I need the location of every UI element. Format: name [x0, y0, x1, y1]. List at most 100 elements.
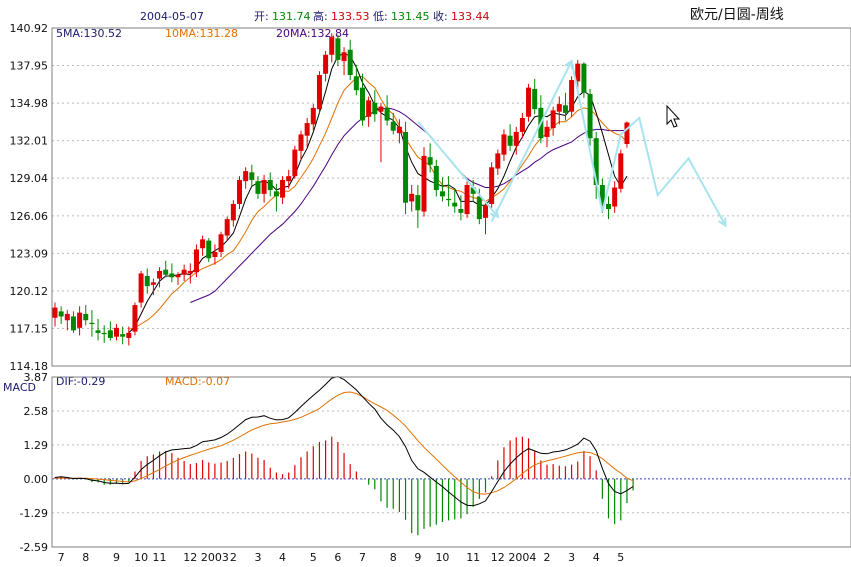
candle-up	[421, 147, 427, 217]
x-tick-label: 2	[230, 551, 237, 564]
candle-up	[569, 76, 575, 117]
candle-body	[372, 102, 378, 115]
close-label: 收:	[433, 9, 448, 23]
candle-body	[175, 274, 181, 278]
price-tick-label: 123.09	[10, 247, 49, 260]
candle-body	[513, 131, 519, 146]
candle-body	[439, 191, 445, 197]
close-value: 133.44	[451, 10, 490, 23]
candle-body	[273, 191, 279, 197]
candle-body	[126, 332, 132, 338]
candle-body	[519, 117, 525, 132]
x-tick-label: 9	[414, 551, 421, 564]
candle-body	[169, 273, 175, 278]
candle-body	[606, 203, 611, 210]
candle-body	[310, 107, 316, 125]
x-tick-label: 7	[359, 551, 366, 564]
candle-body	[77, 312, 83, 328]
candle-body	[427, 157, 433, 165]
candle-body	[267, 179, 273, 191]
candle-body	[544, 126, 550, 137]
candle-body	[316, 75, 322, 110]
candle-body	[335, 38, 341, 60]
price-tick-label: 120.12	[10, 285, 49, 298]
candle-up	[132, 302, 138, 336]
candle-up	[618, 149, 624, 193]
candle-body	[237, 179, 242, 204]
candle-body	[224, 219, 230, 236]
candle-body	[144, 276, 150, 287]
candle-body	[390, 121, 396, 131]
price-tick-label: 137.95	[10, 60, 49, 73]
macd-tick-label: 0.00	[24, 473, 49, 486]
candle-down	[581, 62, 587, 98]
open-value: 131.74	[272, 10, 311, 23]
candle-body	[550, 110, 556, 129]
candle-body	[64, 313, 70, 321]
candle-body	[556, 104, 562, 112]
legend-ma10: 10MA:131.28	[165, 27, 238, 40]
macd-tick-label: 1.29	[24, 439, 49, 452]
x-tick-label: 5	[310, 551, 317, 564]
candle-body	[489, 167, 495, 204]
candle-body	[58, 311, 64, 317]
candle-body	[243, 171, 249, 182]
candle-body	[304, 123, 310, 136]
candle-body	[157, 270, 163, 279]
macd-tick-label: 2.58	[24, 405, 49, 418]
x-tick-label: 4	[279, 551, 286, 564]
x-tick-label: 9	[113, 551, 120, 564]
candle-body	[624, 122, 630, 145]
candle-body	[187, 270, 193, 274]
x-tick-label: 12	[491, 551, 505, 564]
candle-body	[323, 54, 329, 74]
macd-tick-label: -2.59	[20, 541, 48, 554]
candle-body	[396, 126, 402, 134]
candle-body	[464, 184, 470, 215]
candle-down	[587, 88, 593, 146]
candle-body	[378, 106, 384, 112]
candle-up	[292, 145, 298, 179]
candle-body	[403, 131, 409, 203]
candle-body	[562, 105, 568, 113]
candle-body	[495, 153, 501, 169]
x-tick-label: 4	[593, 551, 600, 564]
candle-body	[163, 269, 169, 275]
candle-body	[83, 313, 89, 321]
open-label: 开:	[254, 10, 269, 23]
candle-down	[403, 121, 409, 215]
candle-up	[624, 121, 630, 148]
x-tick-label: 6	[334, 551, 341, 564]
x-tick-label: 11	[153, 551, 167, 564]
candle-body	[384, 107, 390, 121]
candle-body	[612, 187, 618, 207]
candle-body	[193, 249, 199, 273]
candle-body	[360, 87, 365, 121]
candle-body	[366, 100, 372, 117]
price-tick-label: 129.04	[10, 172, 49, 185]
macd-tick-label: -1.29	[20, 507, 48, 520]
x-tick-label: 5	[617, 551, 624, 564]
x-tick-label: 10	[134, 551, 148, 564]
chart-canvas: 2004-05-07 开: 131.74 高: 133.53 低: 131.45…	[0, 0, 851, 567]
chart-title: 欧元/日圆-周线	[690, 7, 784, 23]
candle-up	[138, 270, 144, 308]
candle-body	[120, 334, 126, 337]
candle-body	[89, 322, 95, 325]
low-label: 低:	[373, 10, 388, 23]
candle-up	[526, 83, 532, 122]
candle-body	[286, 176, 292, 182]
candle-body	[458, 209, 464, 213]
x-tick-label: 7	[58, 551, 65, 564]
candle-body	[261, 179, 267, 194]
candle-body	[507, 135, 513, 146]
candle-up	[316, 71, 322, 115]
high-value: 133.53	[331, 10, 370, 23]
candle-body	[452, 202, 458, 207]
candle-body	[433, 166, 439, 191]
candle-body	[212, 251, 218, 258]
legend-ma5: 5MA:130.52	[56, 27, 122, 40]
candle-body	[95, 330, 101, 333]
price-tick-label: 126.06	[10, 210, 49, 223]
price-tick-label: 134.98	[10, 97, 49, 110]
